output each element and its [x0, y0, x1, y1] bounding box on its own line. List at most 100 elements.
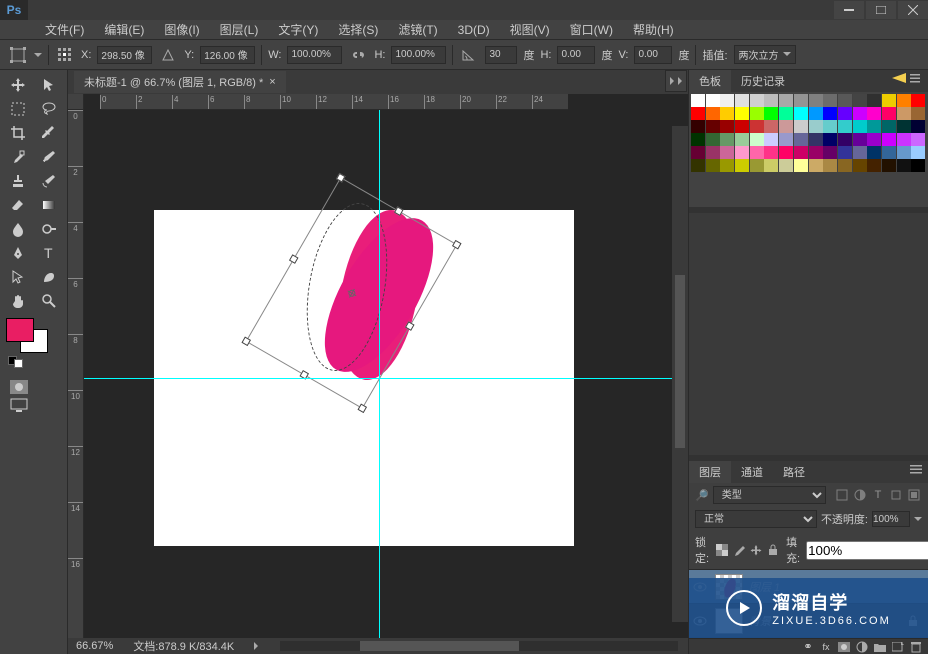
swatch-cell[interactable]: [867, 94, 881, 107]
swatch-cell[interactable]: [867, 133, 881, 146]
swatch-cell[interactable]: [809, 146, 823, 159]
skew-v-input[interactable]: [634, 46, 672, 64]
trash-icon[interactable]: [910, 641, 922, 653]
swatch-cell[interactable]: [735, 107, 749, 120]
docinfo-flyout-icon[interactable]: [254, 642, 262, 650]
healing-tool-icon[interactable]: [4, 146, 32, 168]
group-icon[interactable]: [874, 641, 886, 653]
swatch-cell[interactable]: [794, 120, 808, 133]
swatch-cell[interactable]: [823, 107, 837, 120]
swatch-cell[interactable]: [809, 133, 823, 146]
swatch-cell[interactable]: [838, 159, 852, 172]
swatch-cell[interactable]: [823, 133, 837, 146]
swatch-cell[interactable]: [779, 133, 793, 146]
menu-select[interactable]: 选择(S): [328, 19, 388, 40]
swatch-cell[interactable]: [706, 133, 720, 146]
type-tool-icon[interactable]: T: [35, 242, 63, 264]
swatch-cell[interactable]: [853, 120, 867, 133]
swatch-cell[interactable]: [911, 107, 925, 120]
swatch-cell[interactable]: [882, 94, 896, 107]
lock-position-icon[interactable]: [749, 543, 763, 557]
stamp-tool-icon[interactable]: [4, 170, 32, 192]
swatch-cell[interactable]: [720, 94, 734, 107]
swatch-cell[interactable]: [720, 146, 734, 159]
swatch-cell[interactable]: [897, 120, 911, 133]
swatch-cell[interactable]: [706, 94, 720, 107]
swatch-cell[interactable]: [867, 120, 881, 133]
swatch-cell[interactable]: [882, 120, 896, 133]
swatch-cell[interactable]: [750, 94, 764, 107]
zoom-tool-icon[interactable]: [35, 290, 63, 312]
swatch-cell[interactable]: [853, 146, 867, 159]
swatch-cell[interactable]: [779, 159, 793, 172]
angle-input[interactable]: [485, 46, 517, 64]
swatch-cell[interactable]: [720, 107, 734, 120]
swatch-cell[interactable]: [882, 107, 896, 120]
transform-handle[interactable]: [289, 254, 299, 264]
swatch-cell[interactable]: [809, 120, 823, 133]
minimize-button[interactable]: [834, 1, 864, 19]
swatch-cell[interactable]: [764, 159, 778, 172]
skew-h-input[interactable]: [557, 46, 595, 64]
delta-icon[interactable]: [158, 46, 178, 64]
menu-type[interactable]: 文字(Y): [268, 19, 328, 40]
brush-tool-icon[interactable]: [35, 146, 63, 168]
maximize-button[interactable]: [866, 1, 896, 19]
swatch-cell[interactable]: [735, 94, 749, 107]
swatch-cell[interactable]: [779, 146, 793, 159]
w-input[interactable]: [287, 46, 342, 64]
swatch-cell[interactable]: [750, 159, 764, 172]
transform-tool-icon[interactable]: [8, 46, 28, 64]
swatch-cell[interactable]: [911, 120, 925, 133]
swatch-cell[interactable]: [794, 107, 808, 120]
document-tab[interactable]: 未标题-1 @ 66.7% (图层 1, RGB/8) * ×: [74, 71, 286, 93]
swatch-cell[interactable]: [691, 146, 705, 159]
swatch-cell[interactable]: [691, 107, 705, 120]
swatch-cell[interactable]: [897, 94, 911, 107]
swatch-cell[interactable]: [706, 107, 720, 120]
swatch-cell[interactable]: [720, 159, 734, 172]
menu-view[interactable]: 视图(V): [500, 19, 560, 40]
interp-select[interactable]: 两次立方: [734, 45, 796, 64]
fx-icon[interactable]: fx: [820, 641, 832, 653]
menu-3d[interactable]: 3D(D): [448, 21, 500, 39]
swatch-cell[interactable]: [867, 159, 881, 172]
scrollbar-horizontal[interactable]: [280, 641, 678, 651]
history-brush-tool-icon[interactable]: [35, 170, 63, 192]
swatch-cell[interactable]: [809, 94, 823, 107]
y-input[interactable]: [200, 46, 255, 64]
swatch-cell[interactable]: [706, 159, 720, 172]
swatch-cell[interactable]: [897, 133, 911, 146]
eyedropper-tool-icon[interactable]: [35, 122, 63, 144]
menu-layer[interactable]: 图层(L): [210, 19, 269, 40]
swatch-cell[interactable]: [911, 133, 925, 146]
swatch-cell[interactable]: [691, 120, 705, 133]
filter-adjust-icon[interactable]: [852, 487, 868, 503]
swatch-cell[interactable]: [867, 146, 881, 159]
panel-menu-icon[interactable]: [886, 70, 928, 92]
swatch-cell[interactable]: [853, 94, 867, 107]
swatch-cell[interactable]: [911, 159, 925, 172]
new-layer-icon[interactable]: [892, 641, 904, 653]
swatch-cell[interactable]: [764, 133, 778, 146]
layer-filter-kind[interactable]: 类型: [713, 486, 826, 504]
swatch-cell[interactable]: [706, 146, 720, 159]
dodge-tool-icon[interactable]: [35, 218, 63, 240]
swatch-cell[interactable]: [691, 159, 705, 172]
swatch-cell[interactable]: [735, 133, 749, 146]
history-panel-tab[interactable]: 历史记录: [731, 70, 795, 92]
pen-tool-icon[interactable]: [4, 242, 32, 264]
menu-image[interactable]: 图像(I): [154, 19, 209, 40]
gradient-tool-icon[interactable]: [35, 194, 63, 216]
close-button[interactable]: [898, 1, 928, 19]
zoom-level[interactable]: 66.67%: [76, 640, 113, 652]
menu-file[interactable]: 文件(F): [35, 19, 94, 40]
transform-center-icon[interactable]: [345, 286, 359, 300]
swatch-cell[interactable]: [911, 146, 925, 159]
swatch-cell[interactable]: [838, 146, 852, 159]
color-swatches[interactable]: [4, 318, 63, 358]
swatch-cell[interactable]: [809, 159, 823, 172]
swatch-cell[interactable]: [720, 120, 734, 133]
crop-tool-icon[interactable]: [4, 122, 32, 144]
swatch-cell[interactable]: [779, 120, 793, 133]
